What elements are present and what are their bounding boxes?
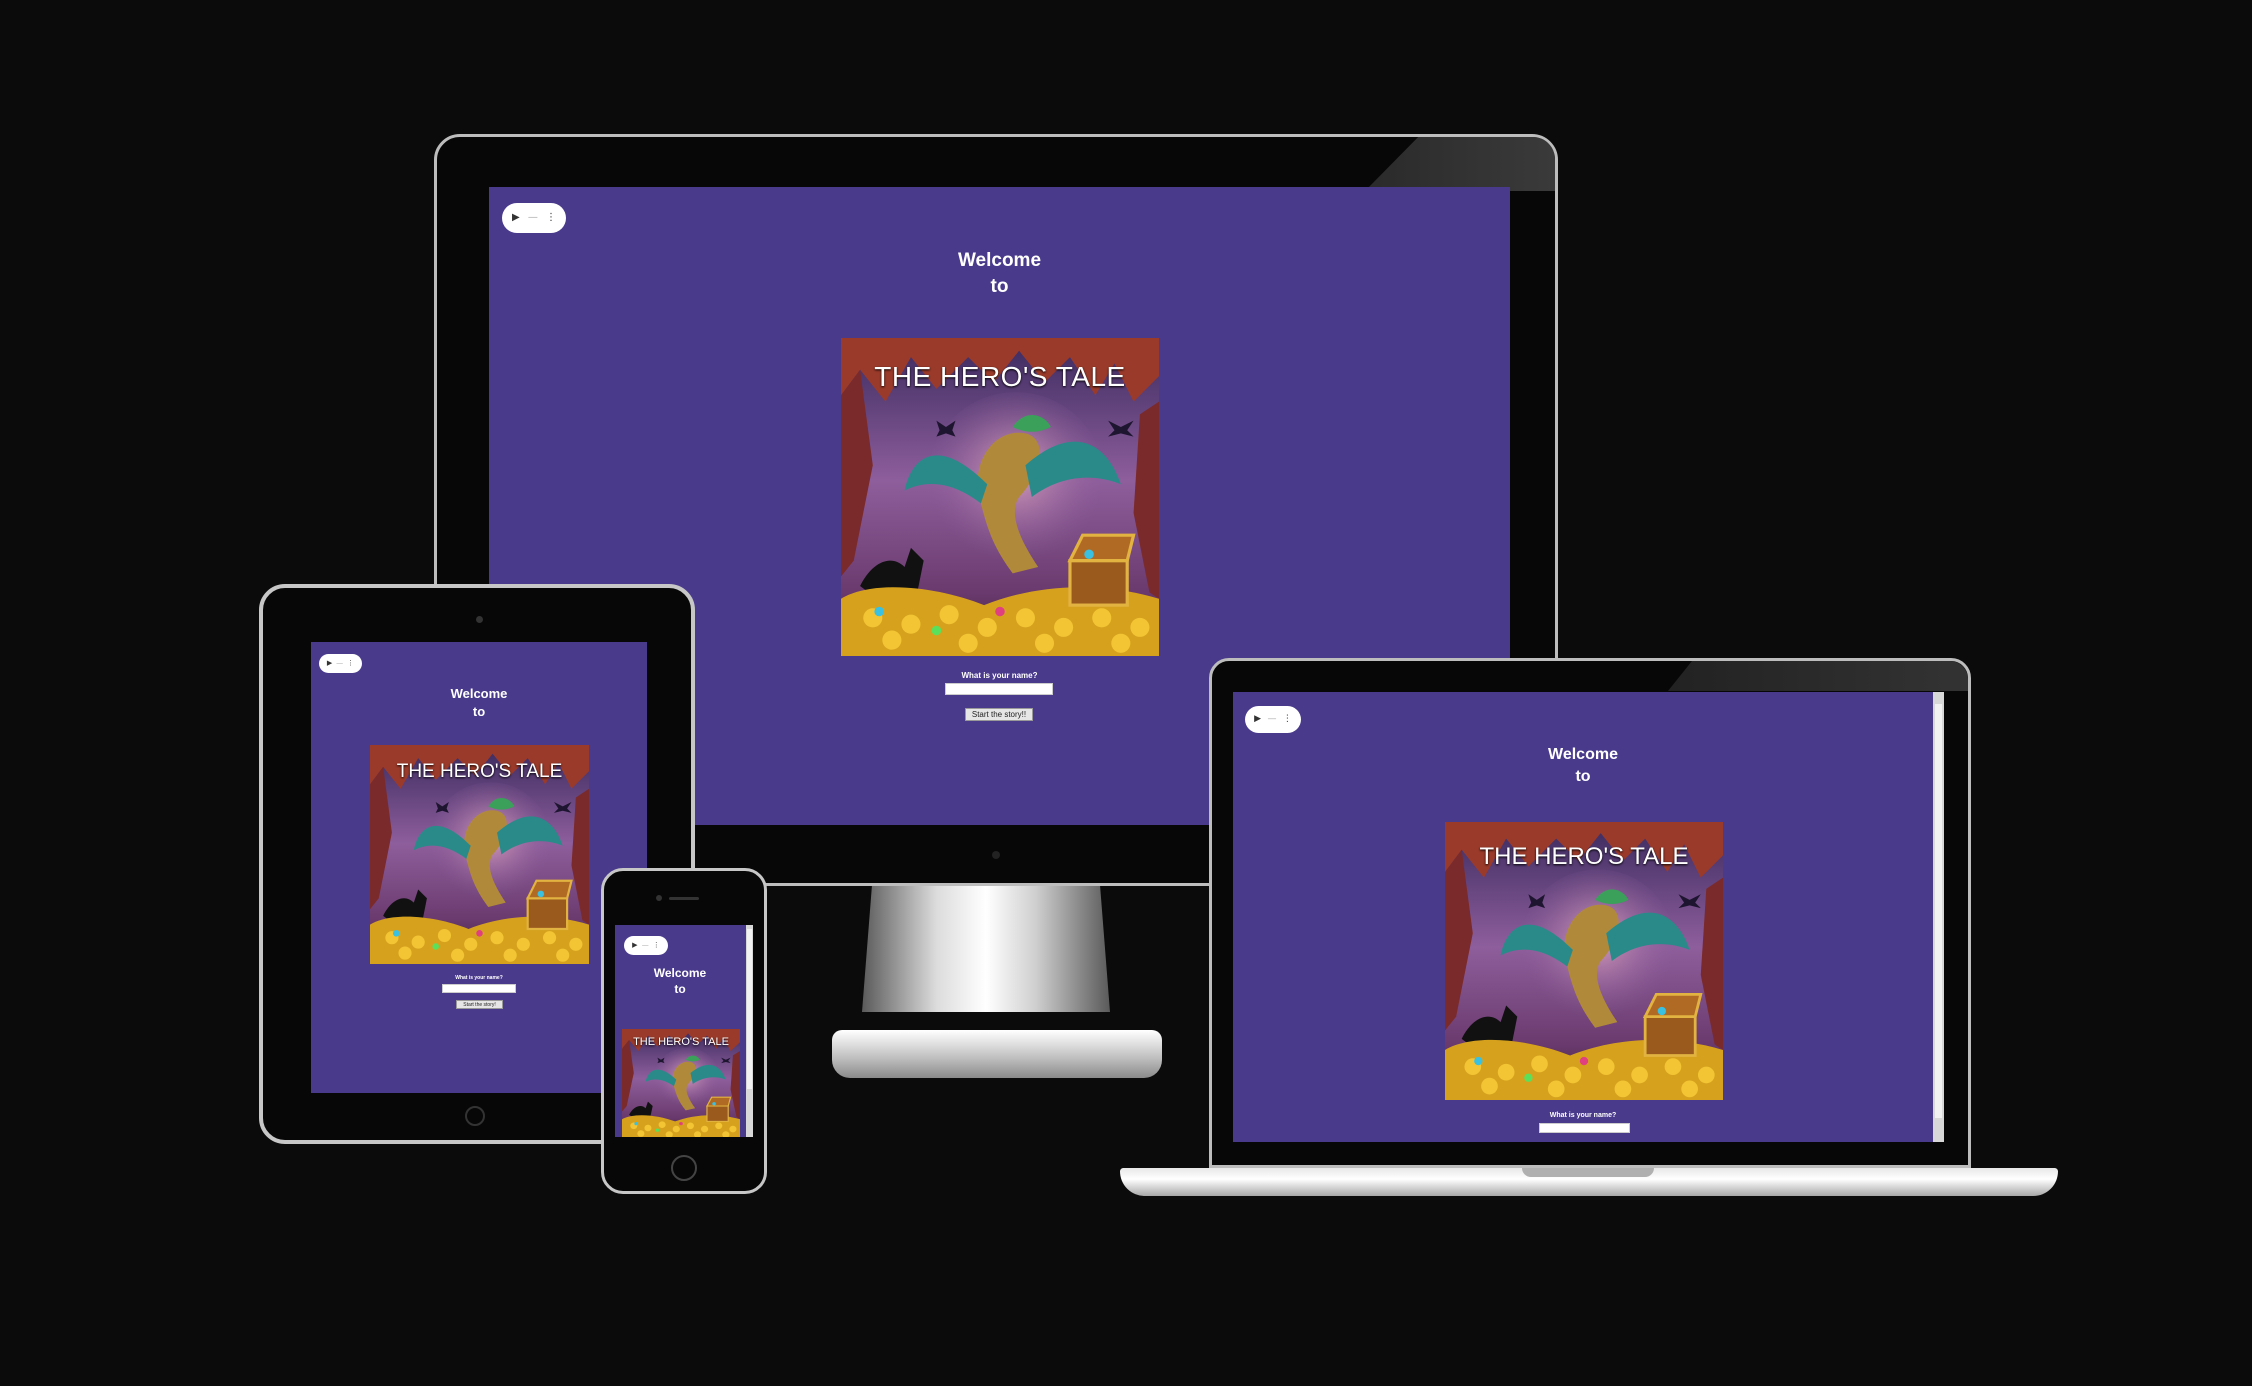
tablet-cover-title: THE HERO'S TALE <box>396 761 563 782</box>
tablet-welcome-heading: Welcome to <box>311 685 647 720</box>
tablet-start-button[interactable]: Start the story! <box>456 1000 503 1009</box>
monitor-chin-logo <box>992 851 1000 859</box>
media-controls[interactable]: ▶ — ⋮ <box>502 203 566 233</box>
welcome-line-2: to <box>472 703 486 719</box>
laptop-name-input[interactable] <box>1539 1123 1630 1133</box>
play-icon[interactable]: ▶ <box>632 942 637 949</box>
more-options-icon[interactable]: ⋮ <box>1283 715 1292 724</box>
phone-camera <box>656 895 662 901</box>
welcome-heading: Welcome to <box>489 248 1510 299</box>
monitor-base <box>832 1030 1162 1078</box>
laptop-scroll-thumb[interactable] <box>1935 704 1942 1118</box>
monitor-stand <box>862 886 1110 1012</box>
welcome-line-1: Welcome <box>450 686 508 701</box>
tablet-home-button[interactable] <box>465 1106 485 1126</box>
laptop-lid: ▶ — ⋮ Welcome to THE HERO'S TALE What is… <box>1209 658 1971 1168</box>
phone-screen: ▶ — ⋮ Welcome to THE HERO'S TALE <box>615 925 753 1137</box>
play-icon[interactable]: ▶ <box>1254 715 1261 724</box>
laptop-cover-title: THE HERO'S TALE <box>1479 843 1689 870</box>
more-options-icon[interactable]: ⋮ <box>347 660 354 667</box>
phone-cover-image: THE HERO'S TALE <box>622 1029 740 1137</box>
phone-home-button[interactable] <box>671 1155 697 1181</box>
name-input[interactable] <box>945 683 1053 695</box>
laptop-welcome-heading: Welcome to <box>1233 744 1944 787</box>
tablet-name-input[interactable] <box>442 984 516 993</box>
laptop-name-prompt: What is your name? <box>1549 1112 1617 1119</box>
laptop-glare <box>1668 661 1968 691</box>
phone-scroll-thumb[interactable] <box>747 929 752 1089</box>
welcome-line-1: Welcome <box>653 966 707 980</box>
tablet-media-controls[interactable]: ▶ — ⋮ <box>319 654 362 673</box>
tablet-name-prompt: What is your name? <box>455 975 503 981</box>
play-icon[interactable]: ▶ <box>327 660 332 667</box>
welcome-line-2: to <box>1575 767 1591 785</box>
welcome-line-1: Welcome <box>1548 746 1618 763</box>
monitor-glare <box>1365 137 1555 191</box>
phone-media-controls[interactable]: ▶ — ⋮ <box>624 936 668 955</box>
welcome-line-1: Welcome <box>957 250 1042 271</box>
laptop-notch <box>1522 1168 1654 1177</box>
phone-welcome-heading: Welcome to <box>615 965 753 997</box>
tablet-cover-image: THE HERO'S TALE <box>370 745 589 964</box>
laptop-screen: ▶ — ⋮ Welcome to THE HERO'S TALE What is… <box>1233 692 1944 1142</box>
phone-speaker <box>669 897 699 900</box>
start-story-button[interactable]: Start the story!! <box>965 708 1033 721</box>
hero-tale-cover-image: THE HERO'S TALE <box>841 338 1159 656</box>
laptop-media-controls[interactable]: ▶ — ⋮ <box>1245 706 1301 733</box>
welcome-line-2: to <box>674 982 686 997</box>
phone-device: ▶ — ⋮ Welcome to THE HERO'S TALE <box>601 868 767 1194</box>
volume-icon[interactable]: — <box>336 660 343 667</box>
more-options-icon[interactable]: ⋮ <box>653 942 660 949</box>
play-icon[interactable]: ▶ <box>512 213 520 223</box>
phone-cover-title: THE HERO'S TALE <box>633 1036 729 1048</box>
laptop-cover-image: THE HERO'S TALE <box>1445 822 1723 1100</box>
tablet-camera <box>476 616 483 623</box>
cover-title: THE HERO'S TALE <box>874 361 1126 392</box>
more-options-icon[interactable]: ⋮ <box>546 213 556 223</box>
volume-icon[interactable]: — <box>642 942 649 949</box>
volume-icon[interactable]: — <box>1267 715 1276 724</box>
tablet-screen: ▶ — ⋮ Welcome to THE HERO'S TALE What is… <box>311 642 647 1093</box>
welcome-line-2: to <box>990 275 1009 297</box>
volume-icon[interactable]: — <box>528 213 538 223</box>
